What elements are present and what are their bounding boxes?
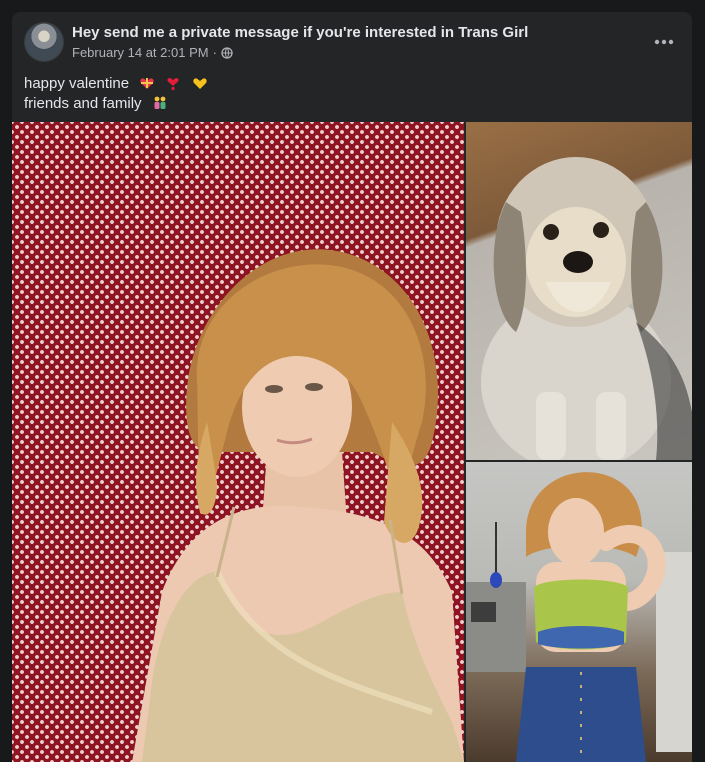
post-card: Hey send me a private message if you're … (12, 12, 692, 762)
meta-separator: · (212, 45, 217, 60)
dog-figure (481, 157, 692, 460)
globe-icon[interactable] (221, 46, 233, 59)
post-author[interactable]: Hey send me a private message if you're … (72, 24, 640, 41)
post-timestamp[interactable]: February 14 at 2:01 PM (72, 45, 209, 60)
portrait-figure (132, 249, 464, 762)
selfie-figure (466, 472, 692, 762)
family-emoji (154, 96, 166, 110)
photo-dog[interactable] (466, 122, 692, 460)
photo-grid (12, 122, 692, 762)
heart-exclamation-emoji (167, 78, 179, 91)
post-meta: February 14 at 2:01 PM · (72, 45, 233, 60)
avatar[interactable] (24, 22, 64, 62)
more-options-button[interactable] (648, 26, 680, 58)
more-dots-icon (654, 39, 674, 45)
post-header: Hey send me a private message if you're … (24, 22, 680, 66)
post-message: happy valentine friends and family (24, 74, 680, 114)
message-line-2: friends and family (24, 95, 142, 113)
message-line-1: happy valentine (24, 75, 130, 93)
post-line-2: friends and family (24, 94, 680, 114)
yellow-heart-emoji (192, 78, 207, 89)
photo-portrait-red-backdrop[interactable] (12, 122, 464, 762)
post-line-1: happy valentine (24, 74, 680, 94)
gift-heart-emoji (140, 78, 154, 89)
photo-mirror-selfie[interactable] (466, 462, 692, 762)
